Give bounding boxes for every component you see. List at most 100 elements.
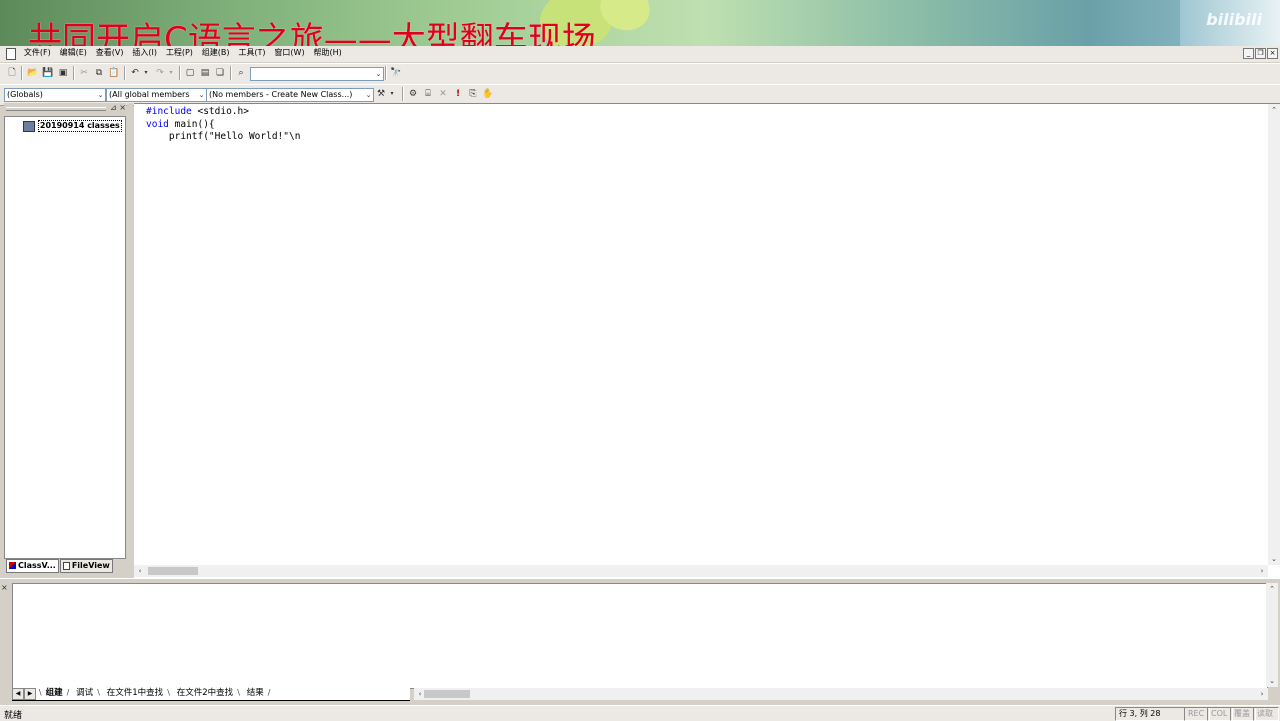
editor-horizontal-scrollbar[interactable]: ‹ › <box>134 565 1268 577</box>
menu-window[interactable]: 窗口(W) <box>271 46 307 60</box>
restore-icon[interactable]: ❐ <box>1255 48 1266 59</box>
output-pane-handle: × <box>1 583 11 687</box>
paste-icon[interactable]: 📋 <box>108 67 120 79</box>
output-horizontal-scrollbar[interactable]: ‹ › <box>414 688 1268 700</box>
pane-grip[interactable] <box>6 107 106 111</box>
standard-toolbar: 🗋 📂 💾 ▣ ✂ ⧉ 📋 ↶ ▾ ↷ ▾ ▢ ▤ ❏ ⌕ ⌄ 🔭 <box>0 63 1280 85</box>
scope-combo-value: (Globals) <box>7 90 43 99</box>
banner-title: 共同开启C语言之旅——大型翻车现场 <box>28 20 596 46</box>
wizard-dropdown-icon[interactable]: ▾ <box>386 88 398 100</box>
compile-icon[interactable]: ⚙ <box>407 88 419 100</box>
scroll-right-icon[interactable]: › <box>1256 565 1268 577</box>
code-text-segment: printf("Hello World!"\n <box>146 131 301 143</box>
menu-help[interactable]: 帮助(H) <box>310 46 344 60</box>
stop-build-icon[interactable]: ✕ <box>437 88 449 100</box>
classes-icon <box>23 120 35 132</box>
new-file-icon[interactable]: 🗋 <box>6 67 18 79</box>
execute-icon[interactable]: ! <box>452 88 464 100</box>
tab-results[interactable]: 结果 <box>243 688 268 699</box>
code-line-1: #include <stdio.h> <box>146 106 300 119</box>
chevron-down-icon[interactable]: ⌄ <box>364 89 373 101</box>
fileview-icon <box>62 561 70 570</box>
save-all-icon[interactable]: ▣ <box>57 67 69 79</box>
classview-icon <box>9 562 16 569</box>
menu-build[interactable]: 组建(B) <box>199 46 233 60</box>
scroll-up-icon[interactable]: ⌃ <box>1266 583 1278 595</box>
scroll-up-icon[interactable]: ⌃ <box>1268 104 1280 116</box>
tab-classview[interactable]: ClassV... <box>6 559 59 573</box>
close-icon[interactable]: × <box>1267 48 1278 59</box>
menu-edit[interactable]: 编辑(E) <box>57 46 90 60</box>
breakpoint-hand-icon[interactable]: ✋ <box>482 88 494 100</box>
status-bar: 就绪 行 3, 列 28 REC COL 覆盖 读取 <box>0 705 1280 721</box>
window-controls: _ ❐ × <box>1242 48 1278 59</box>
cut-icon[interactable]: ✂ <box>78 67 90 79</box>
scroll-down-icon[interactable]: ⌄ <box>1266 675 1278 687</box>
members-combo[interactable]: (All global members ⌄ <box>106 88 207 102</box>
code-keyword: #include <box>146 106 192 117</box>
chevron-down-icon[interactable]: ⌄ <box>197 89 206 101</box>
output-text-area[interactable] <box>12 583 1268 689</box>
scroll-left-icon[interactable]: ‹ <box>134 565 146 577</box>
output-pane: × ⌃ ⌄ ◀ ▶ \ 组建 / 调试 \ 在文件1中查找 \ 在文件2中查找 \ 结果 / … <box>0 583 1280 703</box>
output-tabs: ◀ ▶ \ 组建 / 调试 \ 在文件1中查找 \ 在文件2中查找 \ 结果 / <box>12 688 410 701</box>
tab-scroll-left-icon[interactable]: ◀ <box>12 688 24 700</box>
workspace-pane: ⊿ × 20190914 classes ClassV... FileView <box>4 103 126 576</box>
menu-project[interactable]: 工程(P) <box>163 46 196 60</box>
windows-list-icon[interactable]: ❏ <box>214 67 226 79</box>
menu-insert[interactable]: 插入(I) <box>129 46 160 60</box>
minimize-icon[interactable]: _ <box>1243 48 1254 59</box>
pane-dock-icon[interactable]: ⊿ <box>110 103 117 112</box>
document-icon[interactable] <box>6 48 16 60</box>
video-banner: 共同开启C语言之旅——大型翻车现场 bilibili <box>0 0 1280 46</box>
pane-close-icon[interactable]: × <box>119 103 126 112</box>
code-editor[interactable]: #include <stdio.h> void main(){ printf("H… <box>134 103 1280 579</box>
function-combo[interactable]: (No members - Create New Class...) ⌄ <box>206 88 374 102</box>
menu-tools[interactable]: 工具(T) <box>235 46 268 60</box>
chevron-down-icon[interactable]: ⌄ <box>374 68 383 80</box>
menu-view[interactable]: 查看(V) <box>93 46 127 60</box>
find-in-files-icon[interactable]: ⌕ <box>235 67 247 79</box>
tab-fileview-label: FileView <box>71 561 110 570</box>
scroll-thumb[interactable] <box>148 567 198 575</box>
output-close-icon[interactable]: × <box>1 583 11 592</box>
scroll-right-icon[interactable]: › <box>1256 688 1268 700</box>
bilibili-watermark: bilibili <box>1206 10 1262 29</box>
cursor-position: 行 3, 列 28 <box>1115 707 1185 721</box>
tab-debug[interactable]: 调试 <box>72 688 97 699</box>
output-toggle-icon[interactable]: ▤ <box>199 67 211 79</box>
redo-dropdown-icon[interactable]: ▾ <box>165 67 177 79</box>
code-text[interactable]: #include <stdio.h> void main(){ printf("H… <box>146 106 300 144</box>
tab-classview-label: ClassV... <box>18 561 56 570</box>
scope-combo[interactable]: (Globals) ⌄ <box>4 88 106 102</box>
tab-find-in-files-2[interactable]: 在文件2中查找 <box>173 688 237 699</box>
code-keyword: void <box>146 118 169 130</box>
tab-find-in-files-1[interactable]: 在文件1中查找 <box>103 688 167 699</box>
tree-root-item[interactable]: 20190914 classes <box>23 120 122 132</box>
output-vertical-scrollbar[interactable]: ⌃ ⌄ <box>1266 583 1278 687</box>
menu-file[interactable]: 文件(F) <box>21 46 54 60</box>
go-debug-icon[interactable]: ⎘ <box>467 88 479 100</box>
tab-build[interactable]: 组建 <box>42 688 67 699</box>
function-combo-value: (No members - Create New Class...) <box>209 90 353 99</box>
build-icon[interactable]: ⌸ <box>422 88 434 100</box>
find-binoculars-icon[interactable]: 🔭 <box>390 67 402 79</box>
chevron-down-icon[interactable]: ⌄ <box>96 89 105 101</box>
status-readonly: 读取 <box>1253 707 1279 721</box>
vertical-splitter[interactable] <box>127 103 133 576</box>
open-folder-icon[interactable]: 📂 <box>27 67 39 79</box>
workspace-toggle-icon[interactable]: ▢ <box>184 67 196 79</box>
copy-icon[interactable]: ⧉ <box>93 67 105 79</box>
editor-vertical-scrollbar[interactable]: ⌃ ⌄ <box>1268 104 1280 565</box>
status-text: 就绪 <box>4 711 23 721</box>
save-icon[interactable]: 💾 <box>42 67 54 79</box>
undo-dropdown-icon[interactable]: ▾ <box>140 67 152 79</box>
tab-fileview[interactable]: FileView <box>59 559 113 573</box>
menubar: 文件(F) 编辑(E) 查看(V) 插入(I) 工程(P) 组建(B) 工具(T… <box>0 46 1280 62</box>
class-tree: 20190914 classes <box>4 116 126 559</box>
workspace-header: ⊿ × <box>4 103 126 115</box>
tab-scroll-right-icon[interactable]: ▶ <box>24 688 36 700</box>
scroll-thumb[interactable] <box>424 690 470 698</box>
scroll-down-icon[interactable]: ⌄ <box>1268 553 1280 565</box>
find-combo[interactable]: ⌄ <box>250 67 384 81</box>
